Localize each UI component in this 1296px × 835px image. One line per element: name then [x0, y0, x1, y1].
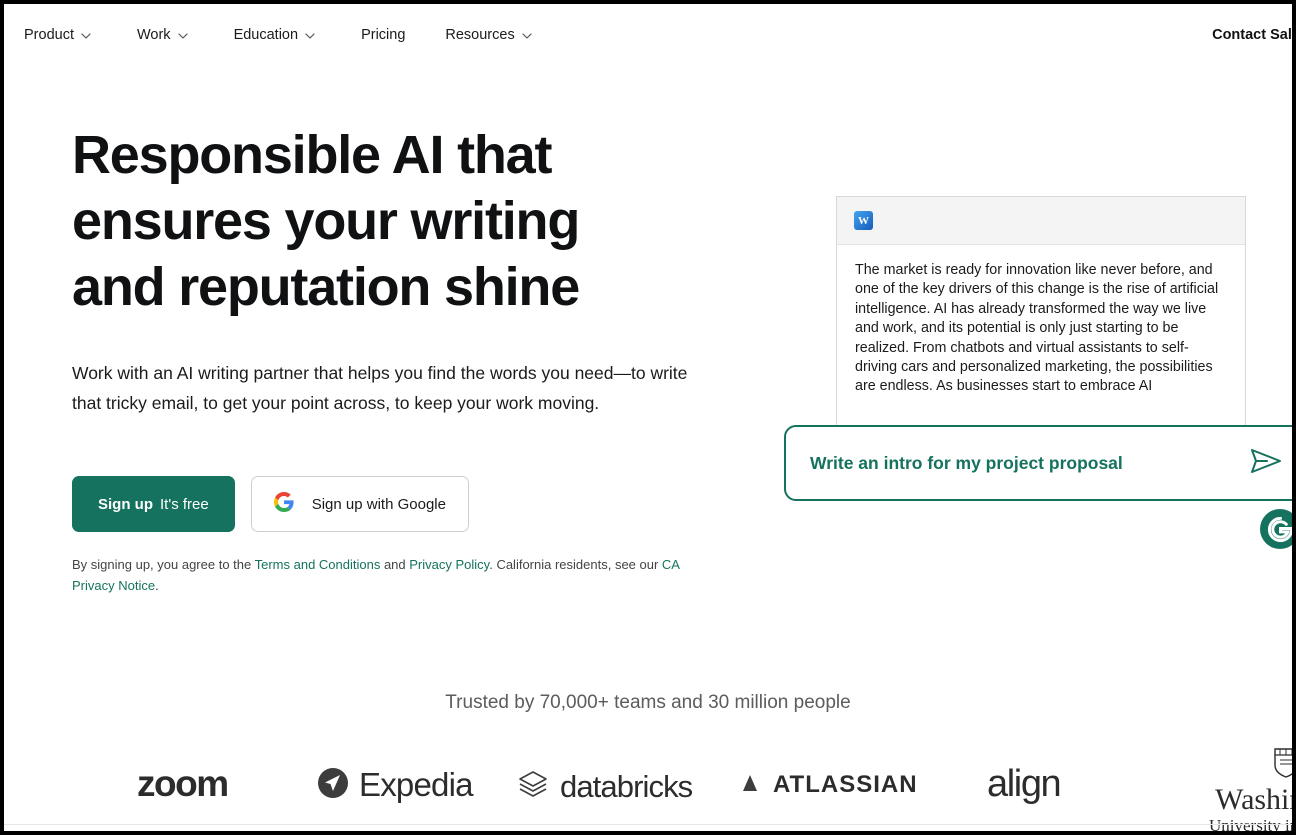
privacy-policy-link[interactable]: Privacy Policy	[409, 557, 489, 572]
databricks-label: databricks	[560, 768, 693, 804]
nav-item-resources[interactable]: Resources	[445, 27, 555, 43]
atlassian-mark-icon	[742, 772, 764, 799]
sign-up-label: Sign up	[98, 495, 153, 513]
terms-and-conditions-link[interactable]: Terms and Conditions	[255, 557, 381, 572]
logo-washington-university: Washington University in St. Louis	[1209, 745, 1292, 831]
legal-disclaimer: By signing up, you agree to the Terms an…	[72, 554, 692, 596]
chevron-down-icon	[177, 31, 188, 41]
logo-databricks: databricks	[517, 768, 693, 805]
databricks-mark-icon	[517, 768, 549, 805]
sign-up-button[interactable]: Sign up It's free	[72, 476, 235, 532]
document-preview-card: W The market is ready for innovation lik…	[836, 196, 1246, 446]
contact-sales-link[interactable]: Contact Sales	[1212, 27, 1292, 43]
headline-line-1: Responsible AI that	[72, 125, 552, 185]
wustl-shield-icon	[1271, 745, 1292, 784]
nav-item-label: Resources	[445, 27, 515, 43]
microsoft-word-icon: W	[854, 211, 873, 230]
sign-up-free-label: It's free	[160, 495, 209, 513]
nav-item-label: Product	[24, 27, 74, 43]
document-card-header: W	[837, 197, 1245, 245]
logo-zoom: zoom	[137, 763, 229, 804]
expedia-mark-icon	[317, 767, 349, 804]
chevron-down-icon	[305, 31, 315, 41]
google-button-label: Sign up with Google	[311, 495, 446, 513]
wustl-name-label: Washington	[1215, 783, 1292, 816]
landing-page: Product Work Education Pricing Resources…	[4, 4, 1292, 831]
expedia-label: Expedia	[359, 766, 473, 803]
grammarly-g-icon[interactable]	[1260, 509, 1292, 549]
ai-prompt-input[interactable]: Write an intro for my project proposal	[784, 425, 1292, 501]
logo-expedia: Expedia	[317, 766, 473, 804]
sign-up-with-google-button[interactable]: Sign up with Google	[250, 476, 469, 532]
chevron-down-icon	[522, 31, 532, 41]
trusted-by-text: Trusted by 70,000+ teams and 30 million …	[445, 692, 851, 713]
legal-mid: . California residents, see our	[489, 557, 662, 572]
hero-content: Responsible AI that ensures your writing…	[72, 122, 712, 596]
nav-links-group: Product Work Education Pricing Resources	[4, 27, 578, 43]
ai-prompt-text: Write an intro for my project proposal	[810, 452, 1123, 473]
top-navigation-bar: Product Work Education Pricing Resources…	[4, 4, 1292, 66]
nav-item-product[interactable]: Product	[24, 27, 115, 43]
nav-item-work[interactable]: Work	[137, 27, 212, 43]
logo-atlassian: ATLASSIAN	[742, 771, 918, 799]
customer-logo-strip: zoom Expedia databricks ATLASSIAN align …	[4, 748, 1292, 831]
nav-item-education[interactable]: Education	[234, 27, 340, 43]
nav-right-group: Contact Sales	[1212, 4, 1292, 66]
nav-item-label: Work	[136, 27, 171, 43]
headline-line-3: and reputation shine	[72, 257, 580, 317]
logo-align: align	[987, 763, 1062, 806]
bottom-divider	[4, 824, 1292, 825]
legal-and: and	[380, 557, 410, 572]
send-paper-plane-icon[interactable]	[1249, 446, 1283, 481]
align-label: align	[987, 763, 1062, 805]
hero-subtitle: Work with an AI writing partner that hel…	[72, 363, 688, 413]
nav-item-pricing[interactable]: Pricing	[361, 27, 405, 43]
legal-suffix: .	[155, 578, 159, 593]
atlassian-label: ATLASSIAN	[773, 771, 918, 798]
page-title: Responsible AI that ensures your writing…	[72, 122, 712, 320]
nav-item-label: Education	[233, 27, 299, 43]
nav-item-label: Pricing	[361, 27, 406, 43]
google-g-icon	[273, 492, 294, 516]
headline-line-2: ensures your writing	[72, 191, 580, 251]
chevron-down-icon	[81, 31, 91, 41]
document-body-text: The market is ready for innovation like …	[855, 262, 1219, 395]
cta-button-group: Sign up It's free Sign up with Google	[72, 476, 712, 532]
legal-prefix: By signing up, you agree to the	[72, 557, 255, 572]
